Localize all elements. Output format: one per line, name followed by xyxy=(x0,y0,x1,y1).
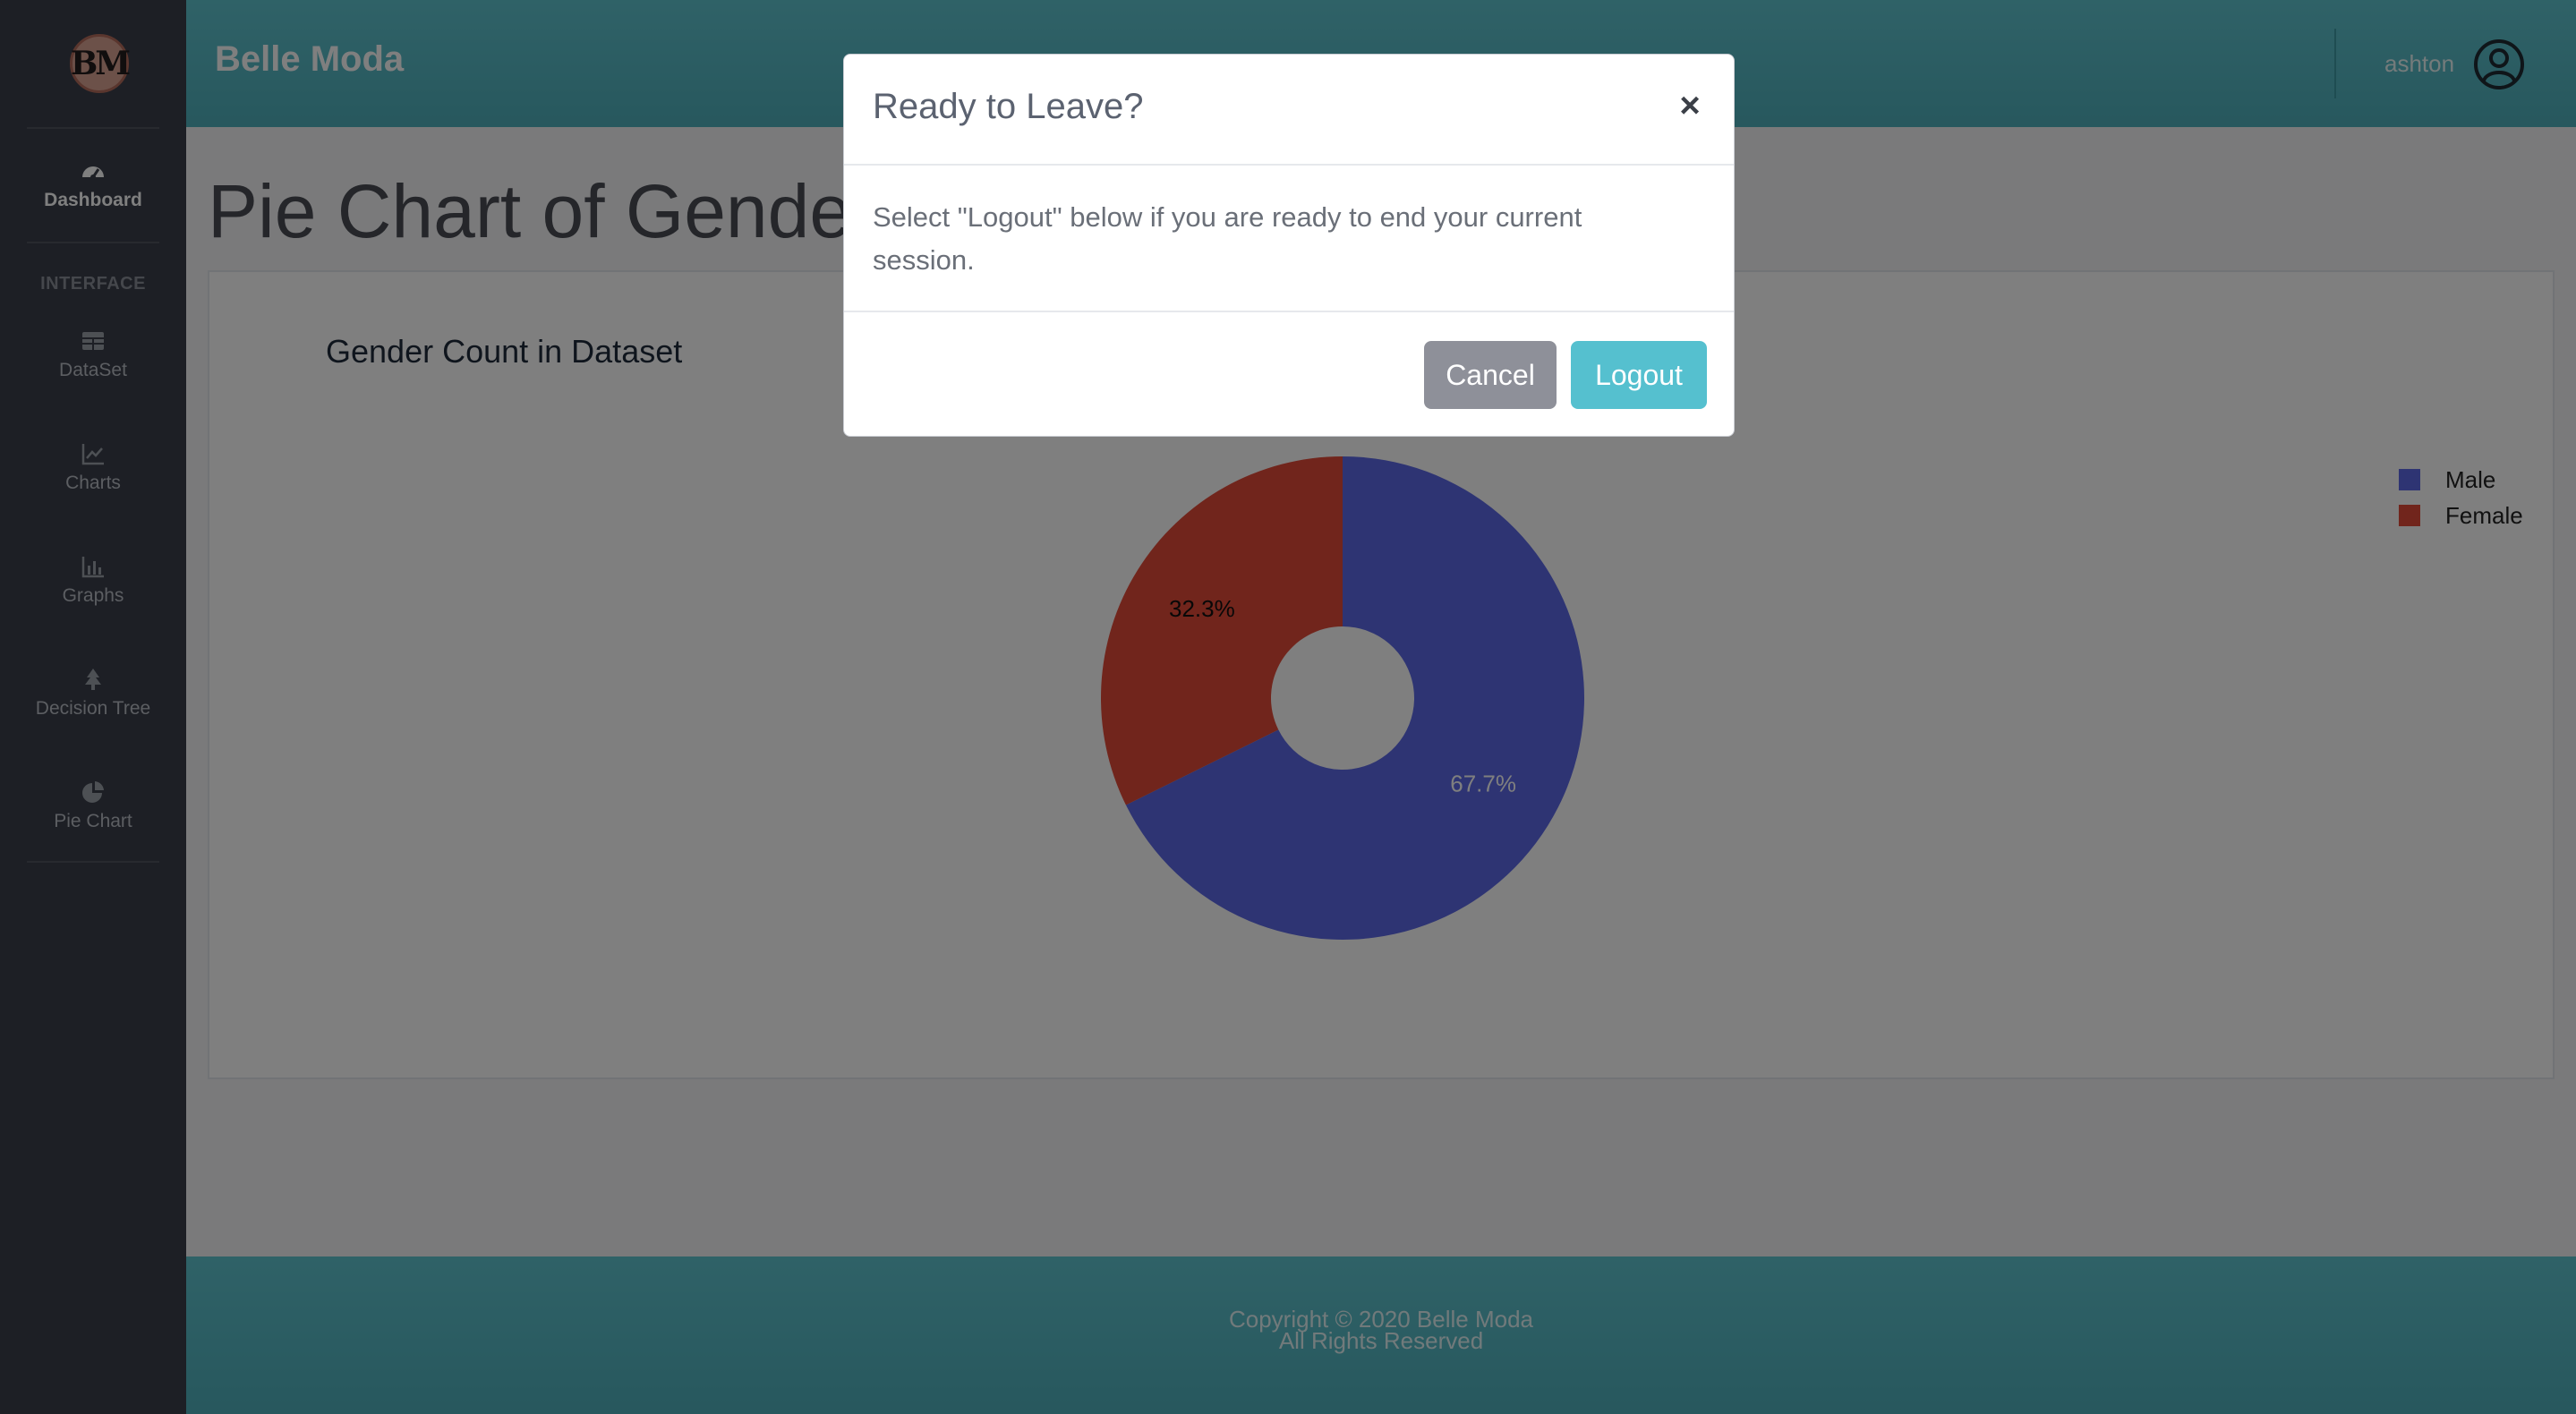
modal-body-text: Select "Logout" below if you are ready t… xyxy=(873,201,1582,276)
modal-title: Ready to Leave? xyxy=(873,87,1144,126)
close-icon[interactable]: × xyxy=(1668,83,1712,128)
modal-footer-divider xyxy=(844,311,1734,312)
logout-button[interactable]: Logout xyxy=(1571,341,1707,409)
cancel-button[interactable]: Cancel xyxy=(1424,341,1557,409)
logout-modal: Ready to Leave? × Select "Logout" below … xyxy=(843,54,1735,437)
modal-header: Ready to Leave? × xyxy=(844,55,1734,166)
